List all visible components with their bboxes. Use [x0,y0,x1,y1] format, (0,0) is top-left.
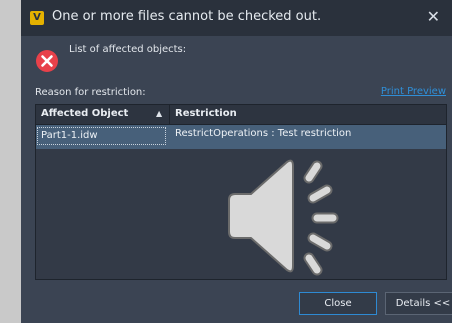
cell-affected-object[interactable]: Part1-1.idw [37,127,166,145]
sort-ascending-icon[interactable]: ▲ [156,109,162,118]
app-logo-icon: V [30,11,44,25]
column-header-affected-object[interactable]: Affected Object [41,108,128,119]
speaker-overlay-icon [228,159,339,276]
close-button[interactable]: Close [299,292,377,315]
column-divider[interactable] [169,105,170,124]
details-button[interactable]: Details << [385,292,452,315]
checkout-error-dialog: V One or more files cannot be checked ou… [21,0,452,323]
affected-objects-label: List of affected objects: [69,44,187,55]
error-icon [36,50,58,72]
cell-restriction[interactable]: RestrictOperations : Test restriction [175,128,351,139]
reason-label: Reason for restriction: [35,87,146,98]
column-header-restriction[interactable]: Restriction [175,108,237,119]
table-header: Affected Object ▲ Restriction [36,105,446,125]
dialog-title: One or more files cannot be checked out. [52,9,322,24]
table-row[interactable]: Part1-1.idw RestrictOperations : Test re… [36,125,446,149]
close-icon[interactable]: ✕ [427,7,440,26]
print-preview-link[interactable]: Print Preview [381,86,446,97]
title-bar: V One or more files cannot be checked ou… [21,0,452,36]
